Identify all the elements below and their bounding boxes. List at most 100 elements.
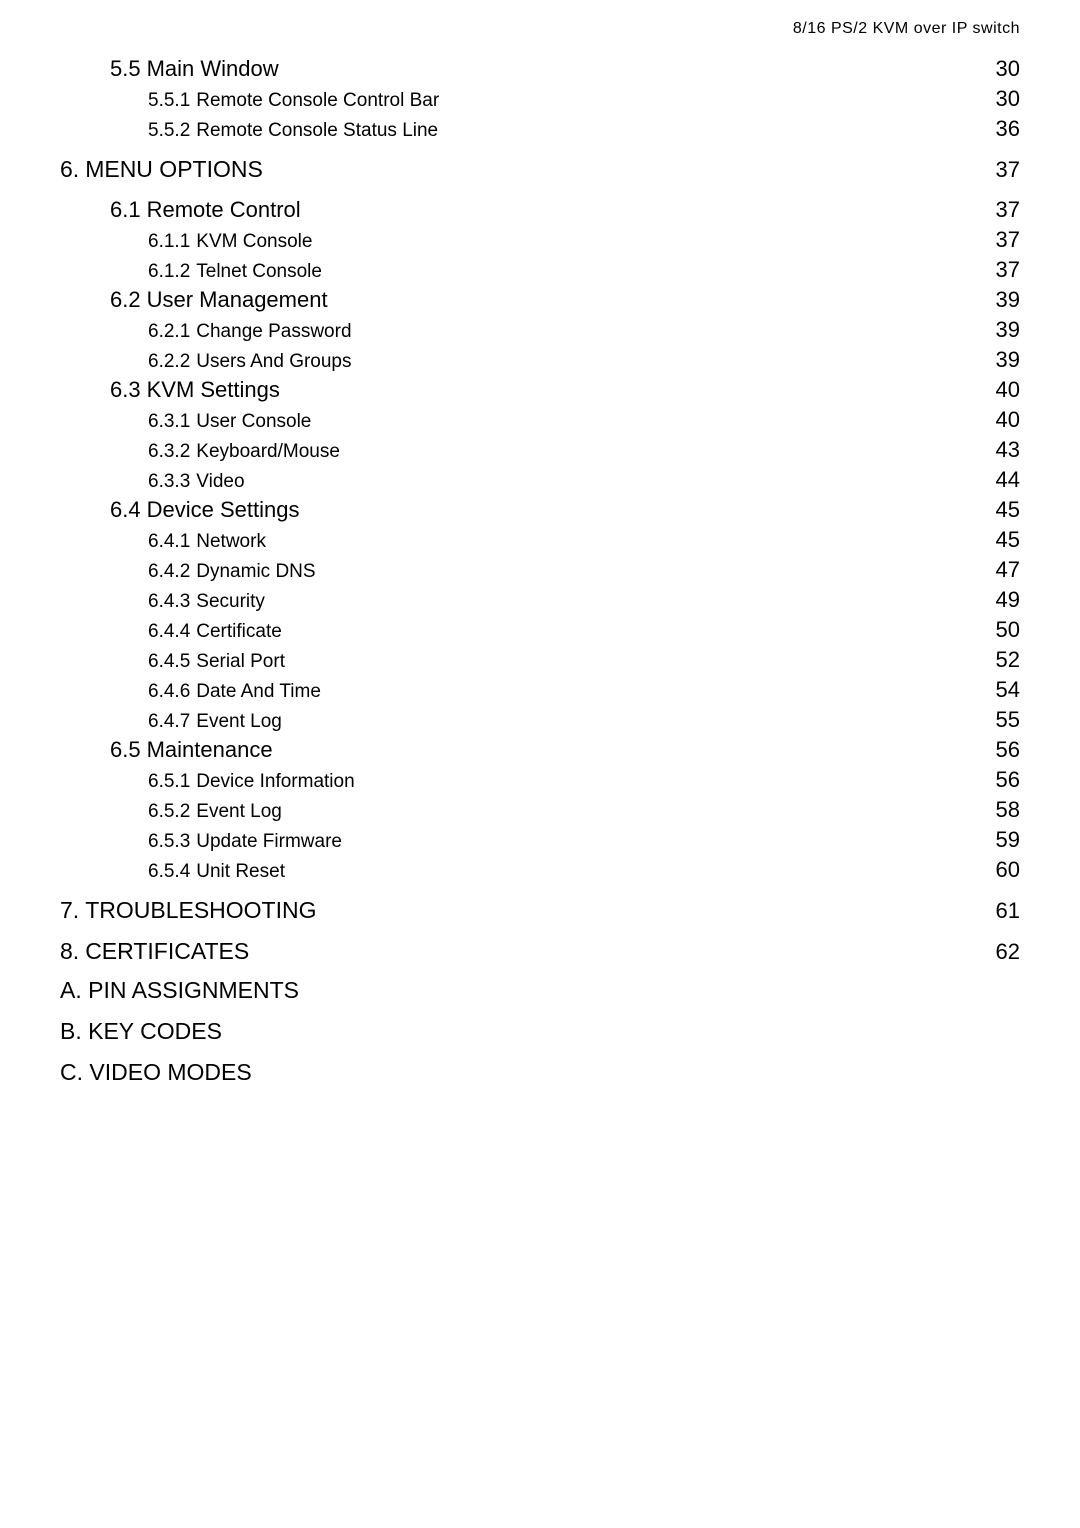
toc-entry-title: TROUBLESHOOTING xyxy=(85,897,316,924)
toc-entry: 5.5 Main Window 30 xyxy=(110,56,1020,82)
toc-entry: 6.4.7 Event Log55 xyxy=(148,707,1020,733)
toc-entry-title: Certificate xyxy=(196,621,282,643)
toc-entry-page: 40 xyxy=(980,407,1020,433)
toc-entry-title: Video xyxy=(196,471,244,493)
toc-entry: 6.3.2 Keyboard/Mouse43 xyxy=(148,437,1020,463)
toc-entry-number: 6.1.2 xyxy=(148,261,190,283)
toc-entry-title: MENU OPTIONS xyxy=(85,156,263,183)
toc-entry-title: Network xyxy=(196,531,266,553)
toc-entry: 6.2.2 Users And Groups 39 xyxy=(148,347,1020,373)
toc-entry-title: CERTIFICATES xyxy=(85,938,249,965)
toc-entry: 6.3.3 Video44 xyxy=(148,467,1020,493)
appendix-entry: B. KEY CODES xyxy=(60,1018,1020,1045)
toc-entry: 6.4.2 Dynamic DNS47 xyxy=(148,557,1020,583)
toc-entry-number: 6.5.2 xyxy=(148,801,190,823)
toc-entry-page: 37 xyxy=(980,227,1020,253)
toc-entry-page: 43 xyxy=(980,437,1020,463)
toc-entry-title: Remote Control xyxy=(147,197,301,223)
toc-entry-number: 6.5.3 xyxy=(148,831,190,853)
toc-entry-title: Device Settings xyxy=(147,497,300,523)
toc-entry-title: Event Log xyxy=(196,801,282,823)
toc-entry-page: 62 xyxy=(980,939,1020,965)
toc-entry-page: 30 xyxy=(980,56,1020,82)
toc-entry-page: 59 xyxy=(980,827,1020,853)
toc-entry: 6.3 KVM Settings40 xyxy=(110,377,1020,403)
toc-entry: 6.1 Remote Control 37 xyxy=(110,197,1020,223)
toc-entry-number: 6.5.1 xyxy=(148,771,190,793)
toc-entry-title: User Console xyxy=(196,411,311,433)
toc-entry-title: Change Password xyxy=(196,321,351,343)
toc-entry-number: 6.2.2 xyxy=(148,351,190,373)
toc-entry-page: 56 xyxy=(980,767,1020,793)
toc-entry-title: Remote Console Control Bar xyxy=(196,90,439,112)
toc-entry-title: Main Window xyxy=(147,56,279,82)
toc-entry-number: 5.5.1 xyxy=(148,90,190,112)
toc-entry-number: 6.4.4 xyxy=(148,621,190,643)
toc-entry-page: 55 xyxy=(980,707,1020,733)
toc-entry-title: Serial Port xyxy=(196,651,285,673)
toc-entry-title: Device Information xyxy=(196,771,354,793)
toc-entry-title: Users And Groups xyxy=(196,351,351,373)
toc-entry-number: 6.5.4 xyxy=(148,861,190,883)
appendix-entry: C. VIDEO MODES xyxy=(60,1059,1020,1086)
toc-entry-number: 6.4.6 xyxy=(148,681,190,703)
toc-entry-page: 39 xyxy=(980,347,1020,373)
toc-entry-page: 37 xyxy=(980,197,1020,223)
toc-entry: 8. CERTIFICATES62 xyxy=(60,938,1020,965)
toc-entry-page: 61 xyxy=(980,898,1020,924)
toc-entry-title: User Management xyxy=(147,287,328,313)
toc-entry-page: 37 xyxy=(980,157,1020,183)
toc-entry: 5.5.2 Remote Console Status Line 36 xyxy=(148,116,1020,142)
section-gap xyxy=(60,887,1020,893)
toc-entry-title: Maintenance xyxy=(147,737,273,763)
toc-entry-page: 49 xyxy=(980,587,1020,613)
toc-entry: 6.5.2 Event Log 58 xyxy=(148,797,1020,823)
toc-entry-number: 6.4.2 xyxy=(148,561,190,583)
toc-entry: 6.4.1 Network45 xyxy=(148,527,1020,553)
toc-entry-page: 40 xyxy=(980,377,1020,403)
toc-entry-number: 6.4.5 xyxy=(148,651,190,673)
toc-entry: 6.5.3 Update Firmware59 xyxy=(148,827,1020,853)
toc-entry-number: 7. xyxy=(60,897,79,924)
toc-entry-number: 6.4.1 xyxy=(148,531,190,553)
toc-entry-page: 56 xyxy=(980,737,1020,763)
toc-entry-title: Telnet Console xyxy=(196,261,322,283)
toc-entry-page: 60 xyxy=(980,857,1020,883)
toc-entry: 6.5 Maintenance56 xyxy=(110,737,1020,763)
toc-entry: 6.4 Device Settings45 xyxy=(110,497,1020,523)
toc-entry-page: 39 xyxy=(980,317,1020,343)
toc-entry-number: 6.4 xyxy=(110,497,141,523)
toc-entry-number: 6.1 xyxy=(110,197,141,223)
toc-entry-number: 5.5.2 xyxy=(148,120,190,142)
toc-entry: 6.5.4 Unit Reset 60 xyxy=(148,857,1020,883)
section-gap xyxy=(60,928,1020,934)
toc-entry-title: KVM Console xyxy=(196,231,312,253)
toc-entry-number: 6.3.1 xyxy=(148,411,190,433)
toc-entry: 6.4.6 Date And Time54 xyxy=(148,677,1020,703)
toc-entry-page: 36 xyxy=(980,116,1020,142)
toc-entry-number: 6.2.1 xyxy=(148,321,190,343)
toc-entry-number: 6.1.1 xyxy=(148,231,190,253)
toc-entry-page: 47 xyxy=(980,557,1020,583)
toc-entry: 6.3.1 User Console 40 xyxy=(148,407,1020,433)
toc-entry: 6.4.3 Security49 xyxy=(148,587,1020,613)
toc-entry-title: Unit Reset xyxy=(196,861,285,883)
document-page: 8/16 PS/2 KVM over IP switch 5.5 Main Wi… xyxy=(0,0,1080,1528)
toc-entry: 6.4.4 Certificate 50 xyxy=(148,617,1020,643)
toc-entry-page: 52 xyxy=(980,647,1020,673)
toc-entry-page: 37 xyxy=(980,257,1020,283)
toc-entry-number: 6. xyxy=(60,156,79,183)
toc-entry-title: Remote Console Status Line xyxy=(196,120,438,142)
toc-entry: 5.5.1 Remote Console Control Bar30 xyxy=(148,86,1020,112)
toc-entry-number: 6.4.7 xyxy=(148,711,190,733)
toc-entry-page: 44 xyxy=(980,467,1020,493)
toc-entry: 6.1.1 KVM Console 37 xyxy=(148,227,1020,253)
toc-entry-page: 58 xyxy=(980,797,1020,823)
toc-entry-number: 6.4.3 xyxy=(148,591,190,613)
toc-entry-page: 50 xyxy=(980,617,1020,643)
toc-entry-number: 6.2 xyxy=(110,287,141,313)
toc-entry-number: 6.3 xyxy=(110,377,141,403)
toc-entry-number: 5.5 xyxy=(110,56,141,82)
toc-entry-number: 6.3.2 xyxy=(148,441,190,463)
toc-entry: 7. TROUBLESHOOTING 61 xyxy=(60,897,1020,924)
